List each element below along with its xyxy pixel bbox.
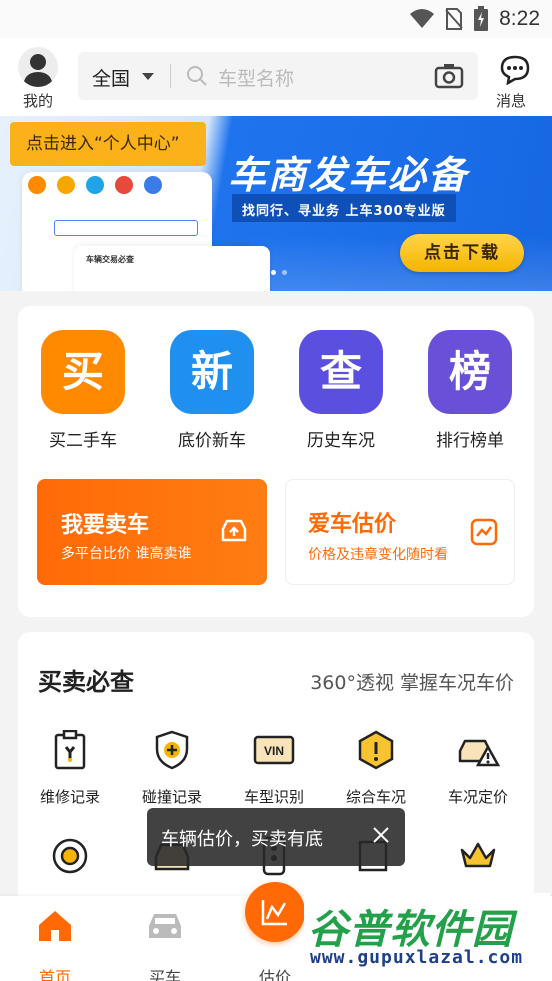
target-icon xyxy=(52,838,88,874)
carousel-dot[interactable] xyxy=(282,270,287,275)
battery-charging-icon xyxy=(474,6,489,31)
car-icon xyxy=(149,914,181,938)
watermark: 谷普软件园 www.gupuxlazal.com xyxy=(304,893,550,975)
feature-label[interactable]: 底价新车 xyxy=(170,426,254,451)
wifi-icon xyxy=(410,9,435,28)
mockup-search xyxy=(54,220,198,236)
crown-icon xyxy=(460,842,496,868)
pricing-icon xyxy=(458,739,500,767)
mockup-icon xyxy=(115,176,133,194)
mockup-icon xyxy=(28,176,46,194)
download-button[interactable]: 点击下载 xyxy=(400,234,524,272)
banner-phone-mockup: 车辆交易必查 xyxy=(22,172,270,291)
feature-ranking[interactable]: 榜 排行榜单 xyxy=(428,330,512,451)
feature-label[interactable]: 历史车况 xyxy=(299,426,383,451)
tool-overall-condition[interactable]: 综合车况 xyxy=(326,728,426,807)
nav-home[interactable]: 首页 xyxy=(10,908,100,981)
condition-icon xyxy=(358,730,394,770)
mockup-icon-row xyxy=(28,176,162,194)
buy-icon[interactable]: 买 xyxy=(41,330,125,414)
status-bar: 8:22 xyxy=(0,0,552,38)
carousel-dots[interactable] xyxy=(260,270,287,275)
tool-label: 车况定价 xyxy=(447,788,508,806)
chart-line-icon xyxy=(261,900,287,926)
feature-card: 买 买二手车 新 底价新车 查 历史车况 榜 排行榜单 我要卖车 多平台比价 谁… xyxy=(18,306,534,617)
collision-record-icon xyxy=(155,730,189,770)
banner-subtitle: 找同行、寻业务 上车300专业版 xyxy=(232,194,456,222)
valuation-subtitle: 价格及违章变化随时看 xyxy=(308,547,448,563)
city-selector[interactable]: 全国 xyxy=(92,64,130,91)
profile-tooltip[interactable]: 点击进入“个人中心” xyxy=(10,122,206,166)
tool-label: 车型识别 xyxy=(243,788,304,806)
mockup-icon xyxy=(57,176,75,194)
toast-text: 车辆估价，买卖有底 xyxy=(161,829,323,850)
divider xyxy=(170,64,171,88)
tool-label: 综合车况 xyxy=(345,788,406,806)
carousel-dot-active[interactable] xyxy=(271,270,276,275)
sell-subtitle: 多平台比价 谁高卖谁 xyxy=(61,546,192,562)
svg-text:VIN: VIN xyxy=(264,744,284,758)
new-car-icon[interactable]: 新 xyxy=(170,330,254,414)
chevron-down-icon[interactable] xyxy=(142,73,154,80)
trend-icon xyxy=(470,518,498,546)
avatar[interactable] xyxy=(18,47,58,87)
car-arrow-icon xyxy=(221,519,247,542)
user-icon xyxy=(23,54,53,87)
camera-icon[interactable] xyxy=(434,62,464,90)
section-title: 买卖必查 xyxy=(38,668,134,696)
profile-label[interactable]: 我的 xyxy=(18,90,58,111)
valuation-title: 爱车估价 xyxy=(308,512,397,537)
tool-label: 碰撞记录 xyxy=(141,788,202,806)
sell-title: 我要卖车 xyxy=(61,513,150,538)
tool-repair-record[interactable]: 维修记录 xyxy=(20,728,120,807)
status-icons: 8:22 xyxy=(409,6,540,32)
tool-row2-5[interactable] xyxy=(428,834,528,878)
banner-title: 车商发车必备 xyxy=(228,153,469,197)
promo-banner[interactable]: 车辆交易必查 点击进入“个人中心” 车商发车必备 找同行、寻业务 上车300专业… xyxy=(0,116,552,291)
vin-icon: VIN xyxy=(253,735,295,765)
mockup-card: 车辆交易必查 xyxy=(74,246,270,291)
nav-buy-label[interactable]: 买车 xyxy=(120,964,210,981)
home-icon xyxy=(39,911,71,941)
mockup-card-title: 车辆交易必查 xyxy=(86,255,134,264)
tool-collision-record[interactable]: 碰撞记录 xyxy=(122,728,222,807)
history-icon[interactable]: 查 xyxy=(299,330,383,414)
tool-condition-pricing[interactable]: 车况定价 xyxy=(428,728,528,807)
nav-home-label[interactable]: 首页 xyxy=(10,964,100,981)
feature-buy-used[interactable]: 买 买二手车 xyxy=(41,330,125,451)
mockup-icon xyxy=(144,176,162,194)
messages-label[interactable]: 消息 xyxy=(496,90,526,111)
search-bar[interactable]: 全国 车型名称 xyxy=(78,52,478,100)
section-subtitle: 360°透视 掌握车况车价 xyxy=(310,672,514,694)
top-bar: 我的 全国 车型名称 消息 xyxy=(0,38,552,116)
estimate-button[interactable] xyxy=(245,882,305,942)
search-input[interactable]: 车型名称 xyxy=(218,64,294,91)
status-time: 8:22 xyxy=(499,7,540,30)
car-valuation-button[interactable]: 爱车估价 价格及违章变化随时看 xyxy=(285,479,515,585)
feature-label[interactable]: 排行榜单 xyxy=(428,426,512,451)
ranking-icon[interactable]: 榜 xyxy=(428,330,512,414)
tool-row2-1[interactable] xyxy=(20,834,120,878)
close-icon[interactable] xyxy=(371,825,391,845)
mockup-icon xyxy=(86,176,104,194)
repair-record-icon xyxy=(54,730,86,770)
no-sim-icon xyxy=(445,8,463,30)
feature-new-car[interactable]: 新 底价新车 xyxy=(170,330,254,451)
toast: 车辆估价，买卖有底 xyxy=(147,808,405,866)
feature-history[interactable]: 查 历史车况 xyxy=(299,330,383,451)
watermark-url: www.gupuxlazal.com xyxy=(310,947,524,968)
search-icon xyxy=(187,66,207,86)
tool-label: 维修记录 xyxy=(39,788,100,806)
feature-label[interactable]: 买二手车 xyxy=(41,426,125,451)
nav-buy-car[interactable]: 买车 xyxy=(120,908,210,981)
carousel-dot[interactable] xyxy=(260,270,265,275)
message-icon[interactable] xyxy=(500,55,530,85)
sell-car-button[interactable]: 我要卖车 多平台比价 谁高卖谁 xyxy=(37,479,267,585)
tool-vin-recognition[interactable]: VIN 车型识别 xyxy=(224,728,324,807)
